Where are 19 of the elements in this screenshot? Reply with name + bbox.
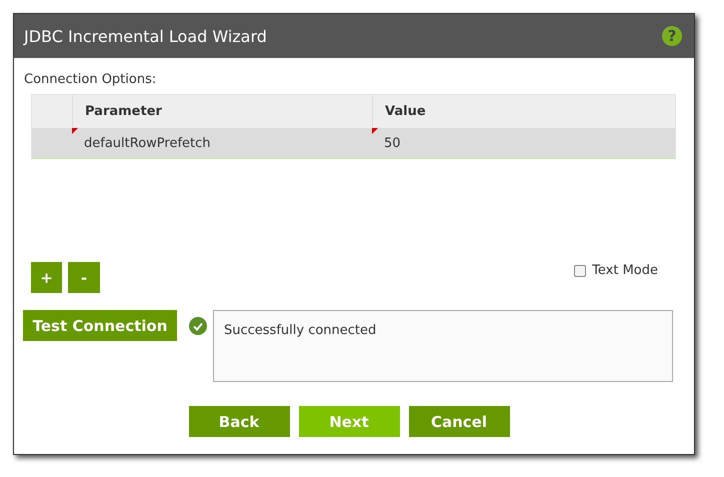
corner-marker-icon xyxy=(372,128,378,134)
help-icon[interactable]: ? xyxy=(662,26,682,46)
column-header[interactable]: Value xyxy=(372,95,675,128)
wizard-button[interactable]: Cancel xyxy=(408,406,510,437)
text-mode-label: Text Mode xyxy=(592,263,658,278)
table-row[interactable]: defaultRowPrefetch 50 xyxy=(32,128,675,159)
remove-button[interactable]: - xyxy=(68,262,100,293)
wizard-button[interactable]: Next xyxy=(298,406,400,437)
window-title: JDBC Incremental Load Wizard xyxy=(24,26,267,46)
corner-marker-icon xyxy=(72,128,78,134)
text-mode-checkbox[interactable] xyxy=(574,264,586,276)
column-header[interactable]: Parameter xyxy=(72,95,372,128)
section-label: Connection Options: xyxy=(24,72,158,87)
test-connection-button[interactable]: Test Connection xyxy=(23,310,177,341)
wizard-button[interactable]: Back xyxy=(188,406,290,437)
result-box: Successfully connected xyxy=(213,310,673,382)
table-cell: defaultRowPrefetch xyxy=(84,136,211,150)
table-cell: 50 xyxy=(384,136,401,150)
add-button[interactable]: + xyxy=(31,262,62,293)
